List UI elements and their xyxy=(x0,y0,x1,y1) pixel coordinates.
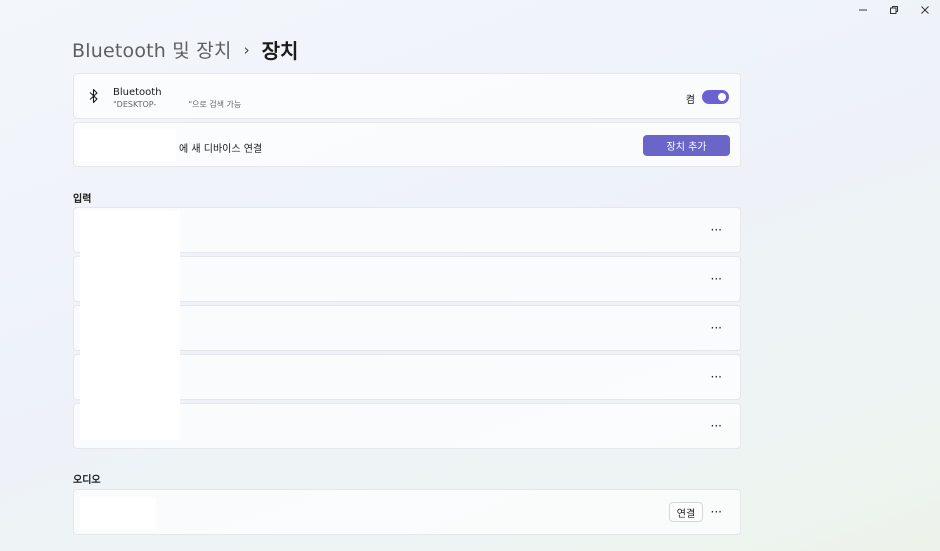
close-button[interactable] xyxy=(909,0,940,20)
breadcrumb-parent[interactable]: Bluetooth 및 장치 xyxy=(72,36,232,63)
connect-button[interactable]: 연결 xyxy=(669,502,703,522)
add-device-button[interactable]: 장치 추가 xyxy=(643,135,730,156)
restore-icon xyxy=(889,6,898,14)
redacted-region xyxy=(80,211,180,440)
more-options-button[interactable]: ··· xyxy=(711,371,722,383)
minimize-icon xyxy=(858,9,867,11)
more-options-button[interactable]: ··· xyxy=(711,224,722,236)
more-options-button[interactable]: ··· xyxy=(711,506,722,518)
breadcrumb: Bluetooth 및 장치 › 장치 xyxy=(72,35,298,64)
minimize-button[interactable] xyxy=(847,0,878,20)
toggle-knob xyxy=(718,93,726,101)
bluetooth-subtitle-suffix: "으로 검색 가능 xyxy=(188,100,242,109)
audio-device-row[interactable]: 연결 ··· xyxy=(73,489,741,535)
toggle-state-label: 켬 xyxy=(685,95,695,106)
bluetooth-discoverable-text: "DESKTOP- "으로 검색 가능 xyxy=(113,99,241,110)
redacted-region xyxy=(80,497,156,529)
redacted-region xyxy=(80,129,176,161)
input-section-title: 입력 xyxy=(73,194,92,205)
more-options-button[interactable]: ··· xyxy=(711,322,722,334)
bluetooth-title: Bluetooth xyxy=(113,87,162,98)
breadcrumb-separator: › xyxy=(243,41,250,59)
add-device-card: 에 새 디바이스 연결 장치 추가 xyxy=(73,122,741,167)
window-controls xyxy=(847,0,940,20)
bluetooth-icon xyxy=(89,88,98,104)
bluetooth-subtitle-prefix: "DESKTOP- xyxy=(113,100,157,109)
audio-section-title: 오디오 xyxy=(73,475,101,486)
more-options-button[interactable]: ··· xyxy=(711,273,722,285)
more-options-button[interactable]: ··· xyxy=(711,420,722,432)
bluetooth-toggle[interactable] xyxy=(702,90,729,104)
bluetooth-card: Bluetooth "DESKTOP- "으로 검색 가능 켬 xyxy=(73,73,741,119)
page-title: 장치 xyxy=(261,39,299,63)
close-icon xyxy=(920,6,929,14)
restore-button[interactable] xyxy=(878,0,909,20)
add-device-description: 에 새 디바이스 연결 xyxy=(179,144,263,155)
